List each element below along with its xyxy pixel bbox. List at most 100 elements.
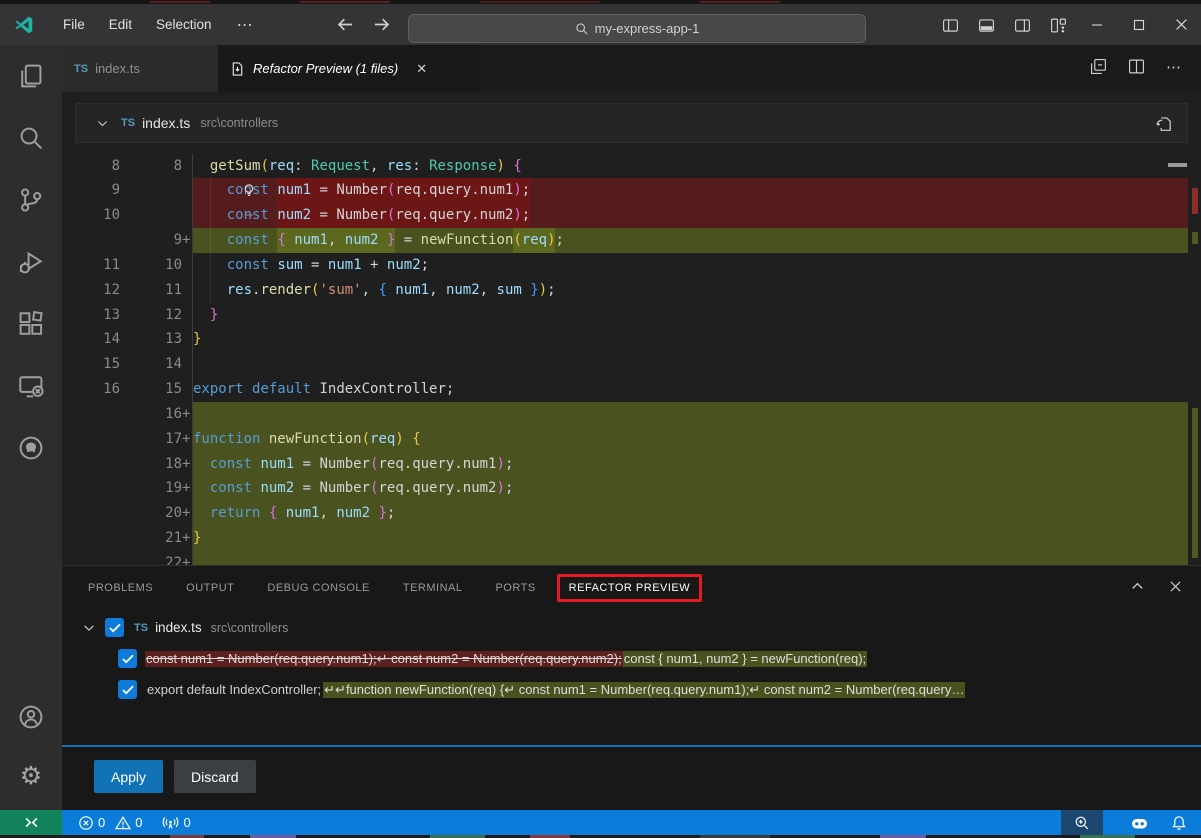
code-line[interactable]: 1312 } [62, 303, 1188, 328]
panel-separator [62, 745, 1201, 747]
code-line[interactable]: 20+ return { num1, num2 }; [62, 501, 1188, 526]
run-debug-icon[interactable] [0, 231, 62, 293]
search-sidebar-icon[interactable] [0, 107, 62, 169]
code-line[interactable]: 1413} [62, 327, 1188, 352]
go-back-icon[interactable] [336, 15, 355, 34]
maximize-panel-icon[interactable] [1130, 579, 1145, 594]
menu-edit[interactable]: Edit [97, 17, 144, 32]
change-checkbox[interactable] [118, 649, 137, 668]
toggle-secondary-sidebar-icon[interactable] [1014, 17, 1031, 34]
activity-bar: ⚙ [0, 45, 62, 810]
go-forward-icon[interactable] [372, 15, 391, 34]
title-bar: FileEditSelection ⋯ my-express-app-1 [0, 4, 1201, 45]
code-line[interactable]: 1211 res.render('sum', { num1, num2, sum… [62, 278, 1188, 303]
menu-selection[interactable]: Selection [144, 17, 224, 32]
code-line[interactable]: 1615export default IndexController; [62, 377, 1188, 402]
tree-file-name: index.ts [155, 620, 202, 635]
tab-label: index.ts [95, 61, 140, 76]
panel-tab-refactor-preview[interactable]: REFACTOR PREVIEW [569, 582, 690, 594]
toggle-panel-icon[interactable] [978, 17, 995, 34]
diff-file-header[interactable]: TS index.ts src\controllers [75, 103, 1188, 143]
errors-icon [78, 815, 94, 831]
discard-button[interactable]: Discard [174, 760, 255, 793]
tree-file-path: src\controllers [211, 621, 289, 635]
panel-tabs: PROBLEMS OUTPUT DEBUG CONSOLE TERMINAL PORTS… [62, 566, 1201, 609]
code-line[interactable]: 1110 const sum = num1 + num2; [62, 253, 1188, 278]
diff-file-name: index.ts [142, 115, 190, 131]
panel-tab-terminal[interactable]: TERMINAL [403, 582, 463, 594]
menu-bar: FileEditSelection [51, 17, 224, 32]
settings-gear-icon[interactable]: ⚙ [0, 746, 62, 804]
split-editor-icon[interactable] [1128, 58, 1145, 76]
code-line[interactable]: 10 const num2 = Number(req.query.num2);– [62, 203, 1188, 228]
nav-arrows [336, 15, 391, 34]
diff-file-path: src\controllers [200, 116, 278, 130]
minimize-icon[interactable] [1076, 4, 1118, 45]
scrollbar-cursor-mark[interactable] [1168, 163, 1187, 167]
maximize-icon[interactable] [1118, 4, 1160, 45]
customize-layout-icon[interactable] [1050, 17, 1067, 34]
panel-tab-debug-console[interactable]: DEBUG CONSOLE [267, 582, 369, 594]
accounts-icon[interactable] [0, 688, 62, 746]
change-description: const num1 = Number(req.query.num1);↵ co… [145, 651, 1201, 667]
code-rows: 88 getSum(req: Request, res: Response) {… [62, 145, 1188, 565]
menu-file[interactable]: File [51, 17, 97, 32]
code-line[interactable]: 19+ const num2 = Number(req.query.num2); [62, 476, 1188, 501]
code-line[interactable]: 17+function newFunction(req) { [62, 427, 1188, 452]
vscode-window: FileEditSelection ⋯ my-express-app-1 [0, 0, 1201, 838]
code-line[interactable]: 22+ [62, 551, 1188, 565]
errors-count: 0 [98, 815, 105, 830]
code-line[interactable]: 16+ [62, 402, 1188, 427]
ts-file-icon: TS [74, 63, 88, 75]
problems-status[interactable]: 0 0 [78, 815, 142, 831]
file-checkbox[interactable] [105, 618, 124, 637]
refactor-change-row[interactable]: const num1 = Number(req.query.num1);↵ co… [62, 643, 1201, 674]
refactor-preview-editor: TS index.ts src\controllers 88 getSum(re… [62, 92, 1201, 565]
close-panel-icon[interactable] [1168, 579, 1183, 594]
copilot-icon[interactable] [1119, 810, 1159, 835]
tab-refactor-preview[interactable]: Refactor Preview (1 files) ✕ [218, 45, 480, 92]
tab-index-ts[interactable]: TS index.ts [62, 45, 218, 92]
more-actions-icon[interactable]: ⋯ [1166, 58, 1182, 76]
warnings-count: 0 [135, 815, 142, 830]
lightbulb-icon[interactable] [239, 178, 259, 203]
github-icon[interactable] [0, 417, 62, 479]
ports-status[interactable]: 0 [162, 814, 190, 831]
code-line[interactable]: 88 getSum(req: Request, res: Response) { [62, 154, 1188, 179]
more-menus-icon[interactable]: ⋯ [224, 15, 267, 35]
panel-tab-output[interactable]: OUTPUT [186, 582, 234, 594]
annotation-red-box [557, 574, 702, 602]
change-checkbox[interactable] [118, 680, 137, 699]
remote-indicator[interactable] [0, 810, 62, 835]
close-tab-icon[interactable]: ✕ [416, 61, 427, 77]
explorer-icon[interactable] [0, 45, 62, 107]
code-line[interactable]: 9 const num1 = Number(req.query.num1); [62, 178, 1188, 203]
search-icon [575, 22, 589, 36]
overview-ruler-added-block-mark [1192, 408, 1198, 558]
open-changes-icon[interactable] [1090, 58, 1107, 76]
open-file-icon[interactable] [1155, 114, 1173, 132]
refactor-preview-file-icon [230, 61, 245, 77]
change-description: export default IndexController;↵↵functio… [145, 682, 1201, 698]
remote-explorer-icon[interactable] [0, 355, 62, 417]
notifications-bell-icon[interactable] [1159, 810, 1199, 835]
close-window-icon[interactable] [1160, 4, 1201, 45]
code-line[interactable]: 1514 [62, 352, 1188, 377]
refactor-change-row[interactable]: export default IndexController;↵↵functio… [62, 674, 1201, 705]
panel-tab-ports[interactable]: PORTS [495, 582, 535, 594]
source-control-icon[interactable] [0, 169, 62, 231]
editor-actions: ⋯ [1090, 58, 1182, 76]
extensions-icon[interactable] [0, 293, 62, 355]
chevron-down-icon[interactable] [82, 621, 96, 635]
code-line[interactable]: 18+ const num1 = Number(req.query.num1); [62, 452, 1188, 477]
panel-tab-problems[interactable]: PROBLEMS [88, 582, 153, 594]
chevron-down-icon[interactable] [96, 117, 109, 130]
code-line[interactable]: 21+} [62, 526, 1188, 551]
code-line[interactable]: 9+ const { num1, num2 } = newFunction(re… [62, 228, 1188, 253]
ts-file-icon: TS [121, 117, 135, 129]
toggle-sidebar-icon[interactable] [942, 17, 959, 34]
zoom-indicator[interactable] [1061, 810, 1103, 835]
refactor-file-row[interactable]: TS index.ts src\controllers [62, 612, 1201, 643]
command-center-search[interactable]: my-express-app-1 [408, 14, 866, 43]
apply-button[interactable]: Apply [94, 760, 163, 793]
